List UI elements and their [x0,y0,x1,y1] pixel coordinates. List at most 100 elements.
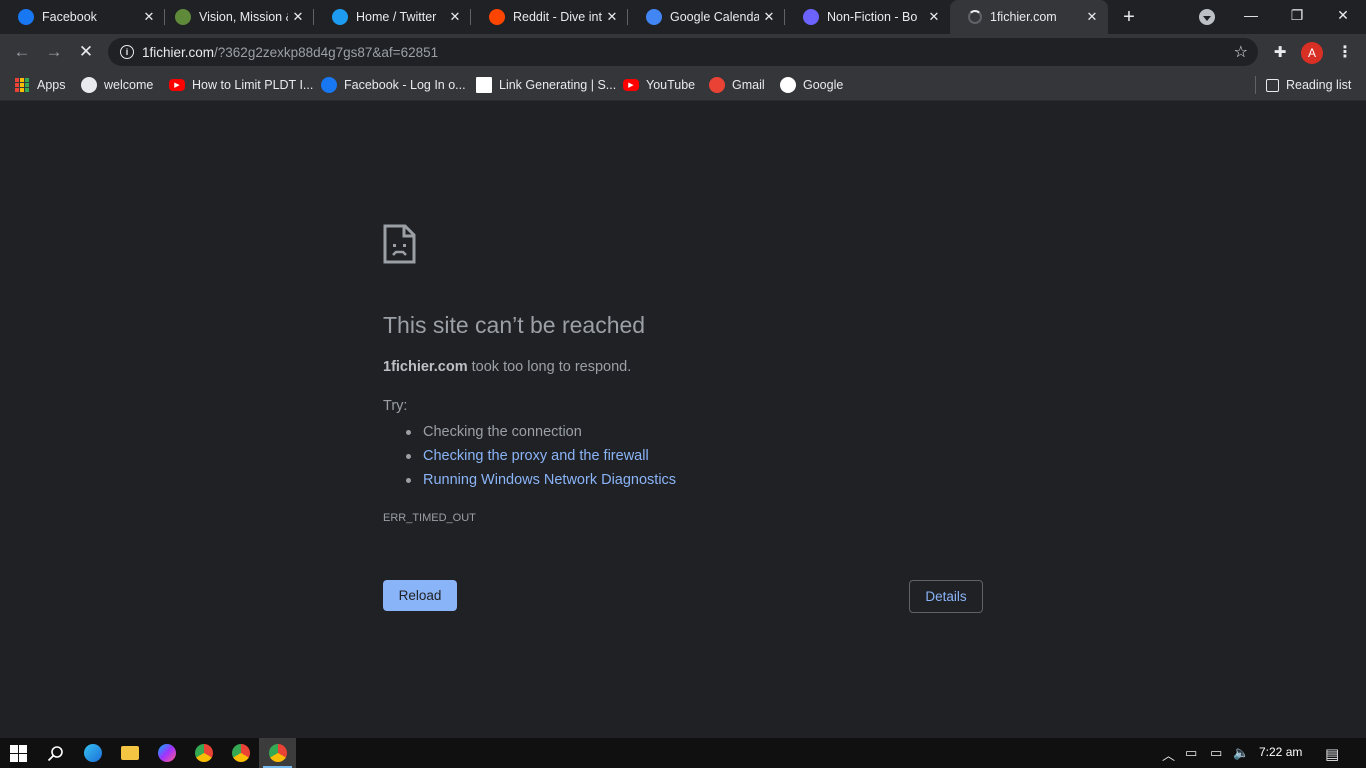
bookmark-label: Facebook - Log In o... [344,78,466,92]
page-icon [476,77,492,93]
file-explorer-icon [120,746,139,760]
chrome-menu-icon[interactable]: ⋮ [1335,42,1355,62]
tab-1[interactable]: Facebook ✕ [0,0,165,34]
globe-icon [81,77,97,93]
url-text[interactable]: 1fichier.com/?362g2zexkp88d4g7gs87&af=62… [142,45,438,60]
clock[interactable]: 7:22 am [1259,745,1302,759]
chrome-icon [231,744,250,762]
bookmark-1[interactable]: Apps [14,75,66,95]
windows-taskbar: ︿ ▭ ▭ 🔈 7:22 am ▤ [0,738,1366,768]
address-bar[interactable]: i 1fichier.com/?362g2zexkp88d4g7gs87&af=… [108,38,1258,66]
twitter-icon [332,9,348,25]
tab-3[interactable]: Home / Twitter ✕ [314,0,471,34]
tab-title: Facebook [42,10,97,24]
window-close-button[interactable]: ✕ [1320,0,1366,30]
reddit-icon [489,9,505,25]
suggestion-link[interactable]: Checking the proxy and the firewall [405,444,676,468]
taskbar-edge[interactable] [74,738,111,768]
tab-close-icon[interactable]: ✕ [602,7,622,27]
tab-close-icon[interactable]: ✕ [924,7,944,27]
details-button[interactable]: Details [909,580,983,613]
bookmark-7[interactable]: Gmail [709,75,765,95]
stop-loading-button[interactable]: ✕ [72,38,100,66]
chrome-icon [268,744,287,762]
tab-4[interactable]: Reddit - Dive into ✕ [471,0,628,34]
tab-title: Reddit - Dive into [513,10,602,24]
suggestions-list: Checking the connection Checking the prox… [405,420,676,492]
sad-page-icon [383,224,416,264]
start-button[interactable] [0,738,37,768]
tab-title: Vision, Mission & [199,10,288,24]
suggestion-item: Checking the connection [405,420,676,444]
tab-2[interactable]: Vision, Mission & ✕ [157,0,314,34]
bookmark-5[interactable]: Link Generating | S... [476,75,616,95]
bookmark-label: How to Limit PLDT I... [192,78,314,92]
bookmark-label: welcome [104,78,154,92]
gmail-icon [709,77,725,93]
taskbar-chrome-1[interactable] [185,738,222,768]
reload-button[interactable]: Reload [383,580,457,611]
minimize-button[interactable]: — [1228,0,1274,30]
taskbar-file-explorer[interactable] [111,738,148,768]
error-page: This site can’t be reached 1fichier.com … [0,102,1366,738]
taskbar-chrome-2[interactable] [222,738,259,768]
tab-7[interactable]: 1fichier.com ✕ [950,0,1108,34]
restore-button[interactable]: ❐ [1274,0,1320,30]
tab-title: Home / Twitter [356,10,437,24]
bookmark-6[interactable]: ▶ YouTube [623,75,695,95]
bookmark-4[interactable]: Facebook - Log In o... [321,75,466,95]
bookmarks-bar: Apps welcome ▶ How to Limit PLDT I... Facebo… [0,70,1366,101]
error-title: This site can’t be reached [383,312,646,338]
tab-close-icon[interactable]: ✕ [1082,7,1102,27]
bookmark-star-icon[interactable]: ☆ [1234,42,1248,62]
bookmark-8[interactable]: Google [780,75,843,95]
reading-list-icon [1266,78,1279,92]
facebook-icon [321,77,337,93]
profile-avatar[interactable]: A [1301,42,1323,64]
extensions-puzzle-icon[interactable]: ✚ [1270,42,1290,62]
tab-strip: Facebook ✕ Vision, Mission & ✕ Home / Twitte… [0,0,1366,34]
suggestion-link[interactable]: Running Windows Network Diagnostics [405,468,676,492]
tab-title: Non-Fiction - Bo [827,10,918,24]
tab-close-icon[interactable]: ✕ [139,7,159,27]
tab-5[interactable]: Google Calendar ✕ [628,0,785,34]
tab-6[interactable]: Non-Fiction - Bo ✕ [785,0,950,34]
site-info-icon[interactable]: i [120,45,134,59]
browser-toolbar: ← → ✕ i 1fichier.com/?362g2zexkp88d4g7gs… [0,34,1366,70]
loading-spinner-icon [968,10,982,24]
tab-close-icon[interactable]: ✕ [445,7,465,27]
new-tab-button[interactable]: + [1118,6,1140,28]
chrome-icon [194,744,213,762]
google-calendar-icon [646,9,662,25]
battery-icon[interactable]: ▭ [1210,745,1222,761]
tab-search-icon[interactable] [1199,9,1215,25]
notifications-icon[interactable]: ▤ [1325,745,1339,763]
network-icon[interactable]: ▭ [1185,745,1197,761]
taskbar-chrome-active[interactable] [259,738,296,768]
taskbar-search-button[interactable] [37,738,74,768]
error-message: 1fichier.com took too long to respond. [383,359,632,375]
edge-icon [83,744,102,762]
bookmarks-divider [1255,76,1256,94]
volume-icon[interactable]: 🔈 [1233,745,1249,761]
globe-diamond-icon [175,9,191,25]
bookmark-label: Gmail [732,78,765,92]
try-label: Try: [383,398,408,414]
tab-title: Google Calendar [670,10,759,24]
shield-icon [803,9,819,25]
bookmark-label: Google [803,78,844,92]
taskbar-messenger[interactable] [148,738,185,768]
reading-list-button[interactable]: Reading list [1266,75,1351,95]
facebook-icon [18,9,34,25]
show-hidden-icons-chevron-icon[interactable]: ︿ [1162,745,1175,764]
bookmark-2[interactable]: welcome [81,75,153,95]
youtube-icon: ▶ [623,79,639,91]
back-button[interactable]: ← [8,38,36,66]
forward-button[interactable]: → [40,38,68,66]
tab-close-icon[interactable]: ✕ [759,7,779,27]
google-icon [780,77,796,93]
youtube-icon: ▶ [169,79,185,91]
bookmark-label: YouTube [646,78,696,92]
tab-close-icon[interactable]: ✕ [288,7,308,27]
bookmark-3[interactable]: ▶ How to Limit PLDT I... [169,75,313,95]
